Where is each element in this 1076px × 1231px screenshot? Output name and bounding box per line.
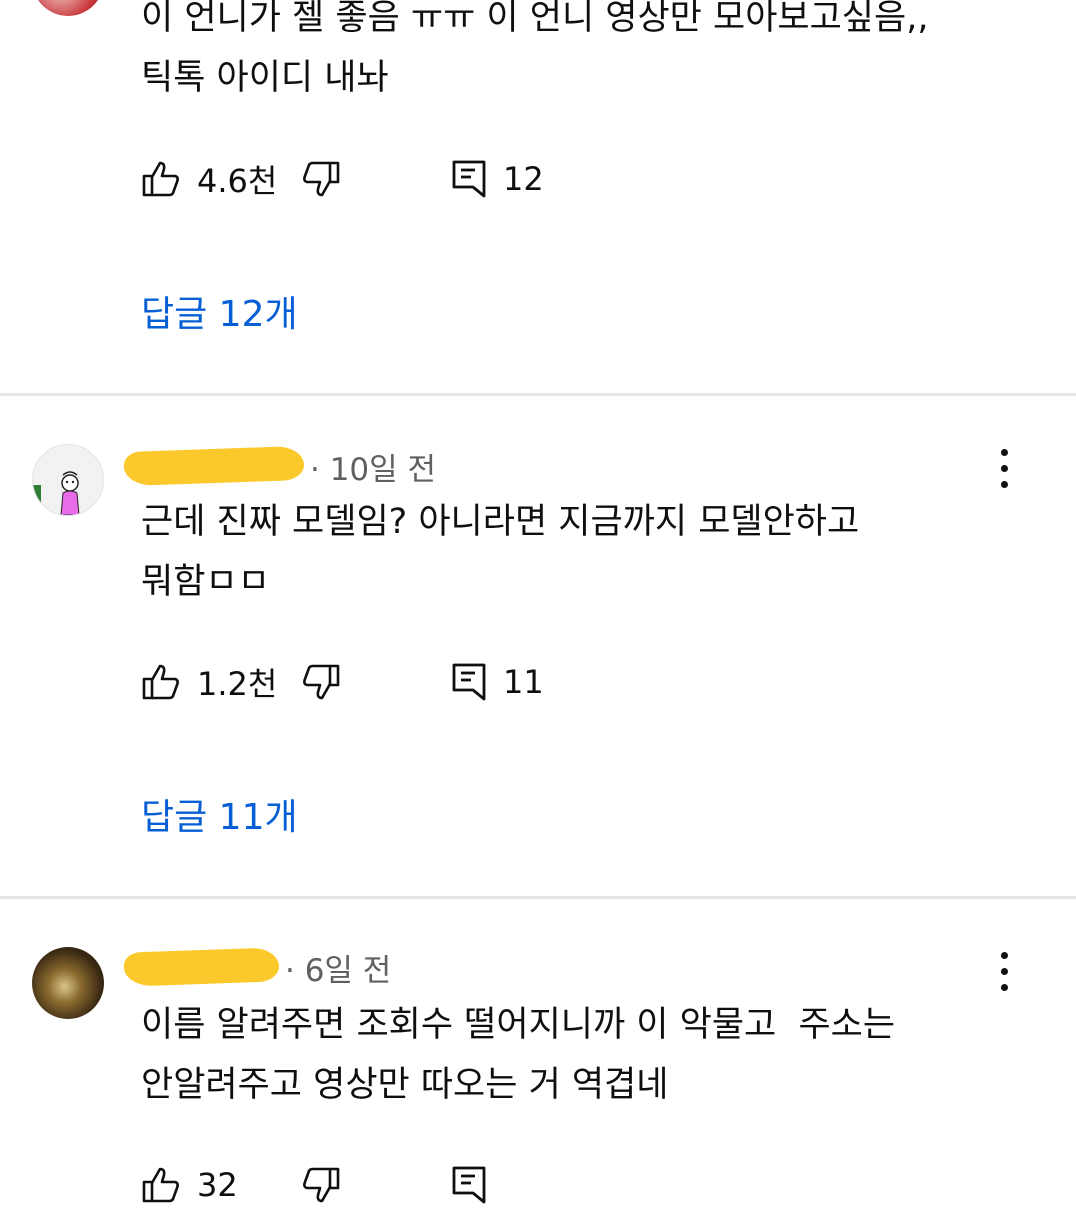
comment-actions: 32 (141, 1160, 487, 1210)
comment-icon (452, 160, 486, 198)
dot (1000, 951, 1008, 959)
like-count: 4.6천 (197, 162, 278, 200)
reply-button[interactable]: 11 (451, 662, 544, 702)
comment-actions: 4.6천 12 (141, 154, 544, 204)
comment-icon (452, 663, 486, 701)
dot (1000, 480, 1008, 488)
comment-meta: · 10일 전 (123, 445, 437, 488)
redacted-author-name[interactable] (123, 947, 280, 987)
view-replies-link[interactable]: 답글 11개 (141, 788, 298, 840)
reply-button[interactable] (451, 1165, 487, 1205)
like-button[interactable]: 4.6천 (141, 156, 301, 202)
more-options-button[interactable] (984, 438, 1024, 498)
comment-icon (452, 1166, 486, 1204)
comment-2: · 10일 전 근데 진짜 모델임? 아니라면 지금까지 모델안하고 뭐함ㅁㅁ … (0, 396, 1076, 896)
like-count: 1.2천 (197, 665, 278, 703)
dot (1000, 448, 1008, 456)
thumbs-down-icon (303, 1167, 340, 1203)
comment-time: · 6일 전 (285, 952, 392, 989)
dislike-button[interactable] (301, 159, 451, 199)
like-button[interactable]: 32 (141, 1165, 301, 1205)
dot (1000, 464, 1008, 472)
dislike-button[interactable] (301, 1165, 451, 1205)
like-button[interactable]: 1.2천 (141, 659, 301, 705)
redacted-author-name[interactable] (123, 445, 305, 487)
comment-actions: 1.2천 11 (141, 657, 544, 707)
reply-count: 12 (503, 160, 544, 198)
thumbs-down-icon (303, 161, 340, 197)
cartoon-avatar-icon (33, 471, 80, 515)
dot (1000, 983, 1008, 991)
comment-1: 이 언니가 젤 좋음 ㅠㅠ 이 언니 영상만 모아보고싶음,, 틱톡 아이디 내… (0, 0, 1076, 395)
thumbs-up-icon (142, 1167, 179, 1203)
comment-3: · 6일 전 이름 알려주면 조회수 떨어지니까 이 악물고 주소는 안알려주고… (0, 899, 1076, 1231)
avatar[interactable] (32, 444, 104, 516)
dislike-button[interactable] (301, 662, 451, 702)
comment-meta: · 6일 전 (123, 947, 392, 989)
thumbs-up-icon (142, 161, 179, 197)
reply-count: 11 (503, 663, 544, 701)
avatar[interactable] (32, 0, 104, 16)
comment-time: · 10일 전 (310, 451, 437, 488)
reply-button[interactable]: 12 (451, 159, 544, 199)
like-count: 32 (197, 1166, 238, 1204)
comment-text: 이 언니가 젤 좋음 ㅠㅠ 이 언니 영상만 모아보고싶음,, 틱톡 아이디 내… (141, 0, 929, 98)
view-replies-link[interactable]: 답글 12개 (141, 285, 298, 337)
avatar[interactable] (32, 947, 104, 1019)
dot (1000, 967, 1008, 975)
more-options-button[interactable] (984, 941, 1024, 1001)
comment-text: 근데 진짜 모델임? 아니라면 지금까지 모델안하고 뭐함ㅁㅁ (141, 502, 860, 602)
thumbs-up-icon (142, 664, 179, 700)
thumbs-down-icon (303, 664, 340, 700)
comment-text: 이름 알려주면 조회수 떨어지니까 이 악물고 주소는 안알려주고 영상만 따오… (141, 1005, 896, 1105)
